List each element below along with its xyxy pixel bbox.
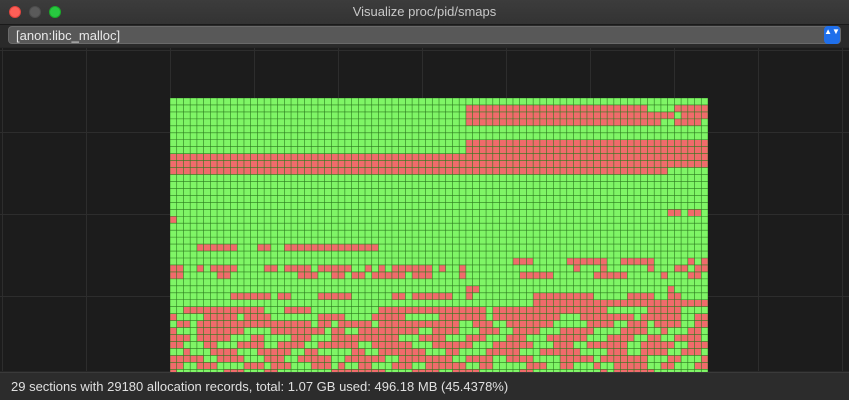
used-allocation-block xyxy=(391,362,413,370)
used-allocation-block xyxy=(647,306,682,314)
used-allocation-block xyxy=(317,264,352,272)
used-allocation-block xyxy=(257,348,292,356)
used-allocation-block xyxy=(472,320,493,328)
used-allocation-block xyxy=(297,355,332,363)
used-allocation-block xyxy=(687,258,695,265)
visualization-canvas[interactable] xyxy=(0,48,849,400)
used-allocation-block xyxy=(647,264,655,272)
used-allocation-block xyxy=(170,334,191,342)
used-allocation-block xyxy=(338,362,345,370)
used-allocation-block xyxy=(170,313,177,321)
used-allocation-block xyxy=(526,362,547,370)
used-allocation-block xyxy=(627,320,648,328)
used-allocation-block xyxy=(465,111,675,119)
used-allocation-block xyxy=(465,104,648,112)
used-allocation-block xyxy=(378,320,426,328)
used-allocation-block xyxy=(170,327,177,335)
memory-allocation-map xyxy=(170,98,708,400)
used-allocation-block xyxy=(378,348,426,356)
used-allocation-block xyxy=(560,327,594,335)
used-allocation-block xyxy=(465,334,487,342)
used-allocation-block xyxy=(573,264,581,272)
used-allocation-block xyxy=(196,334,231,342)
used-allocation-block xyxy=(412,271,433,279)
used-allocation-block xyxy=(586,306,608,314)
used-allocation-block xyxy=(512,258,534,265)
used-allocation-block xyxy=(674,104,708,112)
toolbar: [anon:libc_malloc] ▲▼ xyxy=(0,25,849,47)
used-allocation-block xyxy=(660,271,668,279)
used-allocation-block xyxy=(593,362,601,370)
used-allocation-block xyxy=(338,320,372,328)
used-allocation-block xyxy=(613,362,648,370)
used-allocation-block xyxy=(600,355,648,363)
used-allocation-block xyxy=(506,320,554,328)
used-allocation-block xyxy=(607,348,628,356)
used-allocation-block xyxy=(170,216,177,224)
used-allocation-block xyxy=(701,258,708,265)
app-window: Visualize proc/pid/smaps [anon:libc_mall… xyxy=(0,0,849,400)
used-allocation-block xyxy=(519,271,554,279)
title-bar: Visualize proc/pid/smaps xyxy=(0,0,849,25)
used-allocation-block xyxy=(264,355,285,363)
used-allocation-block xyxy=(439,313,487,321)
used-allocation-block xyxy=(620,258,655,265)
used-allocation-block xyxy=(687,341,708,349)
used-allocation-block xyxy=(681,348,702,356)
used-allocation-block xyxy=(365,264,372,272)
used-allocation-block xyxy=(270,362,292,370)
used-allocation-block xyxy=(317,292,352,300)
used-allocation-block xyxy=(459,264,466,272)
status-summary: 29 sections with 29180 allocation record… xyxy=(11,379,509,394)
used-allocation-block xyxy=(593,271,628,279)
used-allocation-block xyxy=(667,285,675,293)
used-allocation-block xyxy=(358,327,419,335)
used-allocation-block xyxy=(243,362,265,370)
used-allocation-block xyxy=(297,271,318,279)
used-allocation-block xyxy=(701,355,708,363)
window-title: Visualize proc/pid/smaps xyxy=(352,4,497,19)
used-allocation-block xyxy=(196,327,244,335)
used-allocation-block xyxy=(506,334,527,342)
used-allocation-block xyxy=(486,348,520,356)
used-allocation-block xyxy=(291,334,312,342)
used-allocation-block xyxy=(170,355,204,363)
used-allocation-block xyxy=(311,362,332,370)
used-allocation-block xyxy=(660,327,668,335)
used-allocation-block xyxy=(371,271,406,279)
used-allocation-block xyxy=(553,341,574,349)
used-allocation-block xyxy=(465,292,473,300)
used-allocation-block xyxy=(371,313,406,321)
grid-lines xyxy=(170,98,708,400)
section-select[interactable]: [anon:libc_malloc] ▲▼ xyxy=(8,26,841,44)
used-allocation-block xyxy=(378,264,386,272)
status-bar: 29 sections with 29180 allocation record… xyxy=(0,372,849,400)
used-allocation-block xyxy=(425,320,460,328)
used-allocation-block xyxy=(203,313,238,321)
used-allocation-block xyxy=(533,292,594,300)
used-allocation-block xyxy=(640,341,675,349)
used-allocation-block xyxy=(439,264,446,272)
used-allocation-block xyxy=(196,264,204,272)
used-allocation-block xyxy=(479,327,500,335)
used-allocation-block xyxy=(196,362,218,370)
used-allocation-block xyxy=(465,118,661,126)
section-select-value: [anon:libc_malloc] xyxy=(16,28,121,43)
used-allocation-block xyxy=(459,271,466,279)
used-allocation-block xyxy=(183,348,191,356)
up-down-arrows-icon: ▲▼ xyxy=(824,26,840,44)
used-allocation-block xyxy=(196,320,312,328)
used-allocation-block xyxy=(600,264,608,272)
used-allocation-block xyxy=(560,355,594,363)
